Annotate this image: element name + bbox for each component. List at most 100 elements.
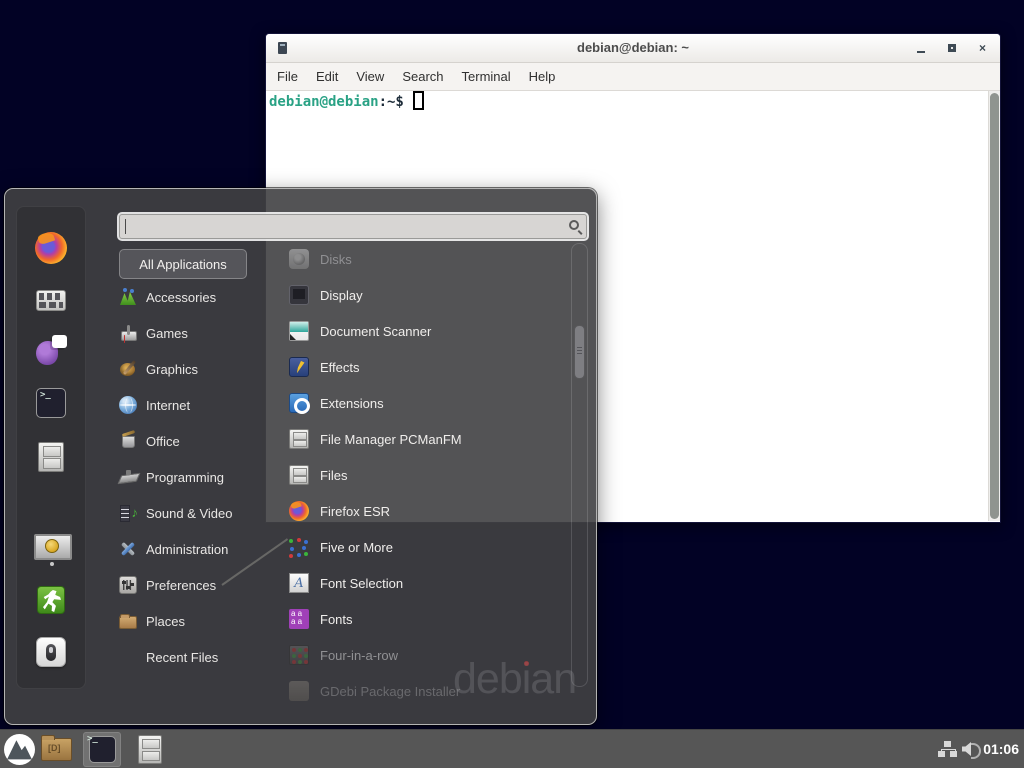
programming-icon [119, 468, 137, 486]
category-office[interactable]: Office [119, 423, 279, 459]
app-display[interactable]: Display [289, 277, 574, 313]
graphics-icon [119, 360, 137, 378]
maximize-button[interactable] [948, 44, 956, 52]
app-font-selection[interactable]: Font Selection [289, 565, 574, 601]
category-sound-video[interactable]: Sound & Video [119, 495, 279, 531]
application-menu: All Applications Accessories Games Graph… [4, 188, 597, 725]
category-label: Preferences [146, 578, 216, 593]
category-graphics[interactable]: Graphics [119, 351, 279, 387]
all-applications-label: All Applications [139, 257, 226, 272]
terminal-scrollbar[interactable] [988, 91, 1000, 521]
category-label: Sound & Video [146, 506, 233, 521]
app-effects[interactable]: Effects [289, 349, 574, 385]
menu-scrollbar-thumb[interactable] [574, 325, 585, 379]
folder-launcher-icon[interactable] [41, 738, 72, 761]
document-scanner-icon [289, 321, 309, 341]
menu-view[interactable]: View [347, 69, 393, 84]
app-label: Extensions [320, 396, 384, 411]
terminal-window-button[interactable] [83, 732, 121, 767]
administration-icon [119, 540, 137, 558]
lock-screen-icon[interactable] [34, 534, 68, 562]
games-icon [119, 324, 137, 342]
terminal-icon[interactable] [36, 388, 66, 418]
app-label: Disks [320, 252, 352, 267]
menu-scrollbar[interactable] [571, 243, 588, 687]
menu-file[interactable]: File [268, 69, 307, 84]
app-label: Five or More [320, 540, 393, 555]
app-gdebi-package-installer[interactable]: GDebi Package Installer [289, 673, 574, 709]
file-manager-launcher-icon[interactable] [138, 735, 162, 764]
fonts-icon [289, 609, 309, 629]
app-four-in-a-row[interactable]: Four-in-a-row [289, 637, 574, 673]
terminal-titlebar[interactable]: debian@debian: ~ × [266, 34, 1000, 63]
file-manager-icon[interactable] [38, 442, 64, 472]
effects-icon [289, 357, 309, 377]
app-files[interactable]: Files [289, 457, 574, 493]
app-firefox-esr[interactable]: Firefox ESR [289, 493, 574, 529]
minimize-button[interactable] [917, 51, 925, 53]
menu-edit[interactable]: Edit [307, 69, 347, 84]
menu-button[interactable] [4, 734, 35, 765]
app-document-scanner[interactable]: Document Scanner [289, 313, 574, 349]
category-label: Internet [146, 398, 190, 413]
taskbar: 01:06 [0, 729, 1024, 768]
search-input[interactable] [119, 214, 587, 239]
menu-help[interactable]: Help [520, 69, 565, 84]
pidgin-icon[interactable] [35, 335, 67, 365]
app-five-or-more[interactable]: Five or More [289, 529, 574, 565]
category-internet[interactable]: Internet [119, 387, 279, 423]
text-cursor [413, 91, 424, 110]
office-icon [119, 432, 137, 450]
internet-icon [119, 396, 137, 414]
category-preferences[interactable]: Preferences [119, 567, 279, 603]
app-label: Firefox ESR [320, 504, 390, 519]
app-label: Display [320, 288, 363, 303]
network-icon[interactable] [938, 741, 957, 758]
gdebi-icon [289, 681, 309, 701]
four-in-a-row-icon [289, 645, 309, 665]
category-recent-files[interactable]: Recent Files [119, 639, 279, 675]
files-icon [289, 465, 309, 485]
category-label: Places [146, 614, 185, 629]
app-file-manager-pcmanfm[interactable]: File Manager PCManFM [289, 421, 574, 457]
preferences-icon [119, 576, 137, 594]
app-disks[interactable]: Disks [289, 241, 574, 277]
keyboard-icon[interactable] [36, 290, 66, 311]
firefox-icon[interactable] [35, 232, 67, 264]
search-icon [569, 220, 579, 230]
menu-terminal[interactable]: Terminal [453, 69, 520, 84]
volume-icon[interactable] [962, 741, 980, 757]
category-programming[interactable]: Programming [119, 459, 279, 495]
category-label: Graphics [146, 362, 198, 377]
prompt-suffix: :~$ [379, 94, 404, 110]
places-icon [119, 616, 137, 629]
terminal-scrollbar-thumb[interactable] [990, 93, 999, 519]
category-games[interactable]: Games [119, 315, 279, 351]
close-button[interactable]: × [979, 43, 986, 53]
category-label: Office [146, 434, 180, 449]
favorites-sidebar [16, 206, 86, 689]
app-extensions[interactable]: Extensions [289, 385, 574, 421]
display-icon [289, 285, 309, 305]
app-label: Document Scanner [320, 324, 431, 339]
app-label: GDebi Package Installer [320, 684, 460, 699]
file-manager-icon [289, 429, 309, 449]
app-fonts[interactable]: Fonts [289, 601, 574, 637]
clock[interactable]: 01:06 [983, 730, 1019, 768]
app-label: File Manager PCManFM [320, 432, 462, 447]
category-label: Recent Files [146, 650, 218, 665]
log-out-icon[interactable] [37, 586, 65, 614]
category-label: Games [146, 326, 188, 341]
category-accessories[interactable]: Accessories [119, 279, 279, 315]
all-applications-button[interactable]: All Applications [119, 249, 247, 279]
terminal-title: debian@debian: ~ [266, 40, 1000, 55]
desktop[interactable]: debian@debian: ~ × File Edit View Search… [0, 0, 1024, 768]
five-or-more-icon [289, 537, 309, 557]
category-places[interactable]: Places [119, 603, 279, 639]
disks-icon [289, 249, 309, 269]
menu-search[interactable]: Search [393, 69, 452, 84]
firefox-icon [289, 501, 309, 521]
app-label: Files [320, 468, 347, 483]
shut-down-icon[interactable] [36, 637, 66, 667]
app-label: Font Selection [320, 576, 403, 591]
